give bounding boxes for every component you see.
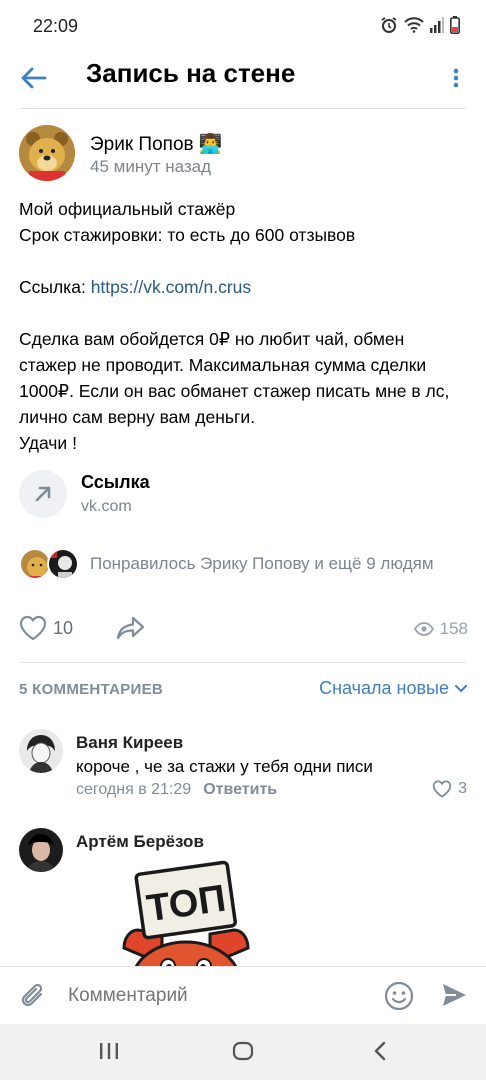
home-icon xyxy=(232,1041,254,1061)
post-line: Удачи ! xyxy=(19,433,77,453)
arrow-up-right-icon xyxy=(19,470,67,518)
paperclip-icon xyxy=(21,983,43,1007)
post-blank-line xyxy=(19,300,469,326)
commenter-avatar[interactable] xyxy=(19,828,63,872)
link-domain: vk.com xyxy=(81,498,132,515)
comment-like-count: 3 xyxy=(458,780,467,797)
reply-button[interactable]: Ответить xyxy=(203,781,277,798)
bear-avatar-icon xyxy=(19,125,75,181)
send-icon xyxy=(443,984,466,1006)
post-text: Мой официальный стажёр Срок стажировки: … xyxy=(19,196,469,456)
sort-dropdown[interactable]: Сначала новые xyxy=(319,678,467,699)
alarm-icon xyxy=(380,16,398,34)
link-title: Ссылка xyxy=(81,472,150,492)
heart-icon xyxy=(432,780,452,798)
commenter-name[interactable]: Артём Берёзов xyxy=(76,832,204,852)
commenter-name[interactable]: Ваня Киреев xyxy=(76,733,183,753)
heart-icon xyxy=(19,615,47,641)
attach-button[interactable] xyxy=(19,981,47,1016)
home-button[interactable] xyxy=(232,1040,254,1067)
comment-time: сегодня в 21:29 xyxy=(76,781,192,798)
wifi-icon xyxy=(404,17,424,33)
post-line: Срок стажировки: то есть до 600 отзывов xyxy=(19,225,356,245)
app-header: Запись на стене xyxy=(0,52,486,108)
views-count: 158 xyxy=(439,619,468,638)
emoji-button[interactable] xyxy=(384,981,414,1016)
header-divider xyxy=(20,108,466,109)
post-url-link[interactable]: https://vk.com/n.crus xyxy=(91,277,251,297)
comment-meta: сегодня в 21:29 Ответить xyxy=(76,781,277,799)
link-prefix: Ссылка: xyxy=(19,277,91,297)
chevron-left-icon xyxy=(374,1041,386,1061)
system-nav-bar xyxy=(0,1024,486,1080)
smile-icon xyxy=(384,981,414,1011)
page-title: Запись на стене xyxy=(86,58,296,88)
actions-divider xyxy=(20,662,466,663)
post-line: Мой официальный стажёр xyxy=(19,199,236,219)
vertical-dots-icon xyxy=(453,68,459,88)
comment-composer xyxy=(0,966,486,1024)
views-counter: 158 xyxy=(413,619,468,639)
send-button[interactable] xyxy=(440,981,468,1014)
eye-icon xyxy=(413,622,434,636)
comments-header: 5 КОММЕНТАРИЕВ Сначала новые xyxy=(19,678,467,702)
post-blank-line xyxy=(19,248,469,274)
sticker-top: ТОП xyxy=(118,860,254,968)
share-button[interactable] xyxy=(116,615,146,646)
signal-icon xyxy=(430,17,444,33)
post-line: Сделка вам обойдется 0₽ но любит чай, об… xyxy=(19,329,405,349)
likers-row[interactable]: Понравилось Эрику Попову и ещё 9 людям xyxy=(19,546,469,582)
comments-count: 5 КОММЕНТАРИЕВ xyxy=(19,681,164,698)
status-icons xyxy=(380,16,460,34)
back-button[interactable] xyxy=(18,62,50,94)
share-icon xyxy=(116,616,145,640)
post-line: лично сам верну вам деньги. xyxy=(19,407,256,427)
author-name[interactable]: Эрик Попов 👨‍💻 xyxy=(90,132,223,156)
like-count: 10 xyxy=(53,617,74,638)
more-button[interactable] xyxy=(444,62,468,94)
liker-avatar xyxy=(47,548,79,580)
battery-icon xyxy=(450,16,460,34)
author-avatar[interactable] xyxy=(19,125,75,181)
comment-text: короче , че за стажи у тебя одни писи xyxy=(76,757,373,776)
likers-text: Понравилось Эрику Попову и ещё 9 людям xyxy=(90,554,434,573)
comment-like-button[interactable]: 3 xyxy=(432,780,467,798)
status-time: 22:09 xyxy=(33,16,79,36)
like-button[interactable]: 10 xyxy=(19,615,73,641)
post-actions: 10 158 xyxy=(19,615,469,647)
system-back-button[interactable] xyxy=(370,1040,392,1067)
recent-apps-button[interactable] xyxy=(98,1040,120,1067)
link-attachment[interactable]: Ссылка vk.com xyxy=(19,468,459,520)
commenter-avatar[interactable] xyxy=(19,729,63,773)
post-time: 45 минут назад xyxy=(90,157,212,176)
sort-label: Сначала новые xyxy=(319,678,449,698)
recent-apps-icon xyxy=(100,1043,118,1059)
post-line: стажер не проводит. Максимальная сумма с… xyxy=(19,355,427,375)
status-bar: 22:09 xyxy=(0,0,486,52)
comment-input[interactable] xyxy=(68,985,358,1007)
arrow-left-icon xyxy=(21,67,47,89)
post-line: 1000₽. Если он вас обманет стажер писать… xyxy=(19,381,450,401)
post-link-line: Ссылка: https://vk.com/n.crus xyxy=(19,274,469,300)
chevron-down-icon xyxy=(455,684,467,692)
